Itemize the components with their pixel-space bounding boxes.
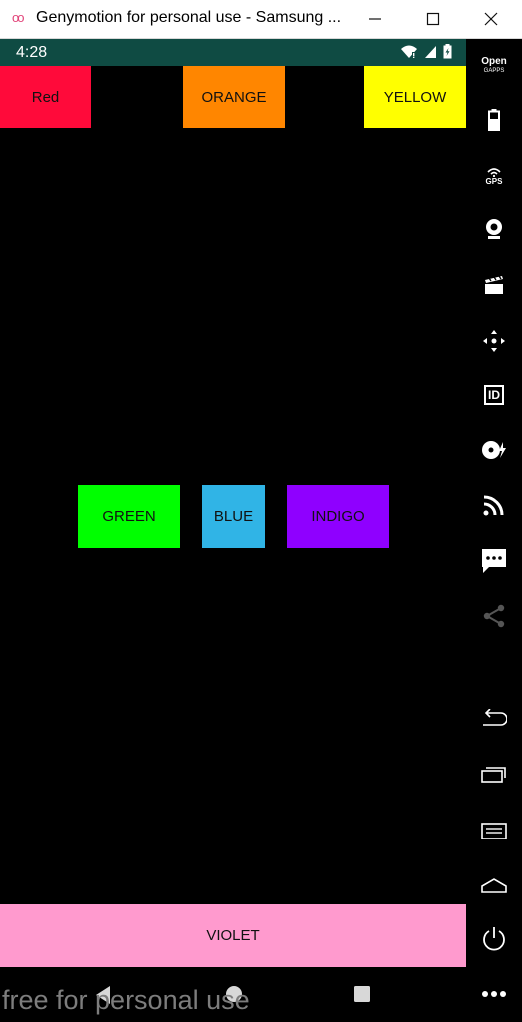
battery-button[interactable] [466, 100, 522, 140]
cast-button[interactable] [466, 485, 522, 525]
open-gapps-button[interactable]: Open GAPPS [466, 46, 522, 86]
minimize-icon [369, 18, 381, 20]
home-icon [481, 878, 507, 893]
yellow-button-label: YELLOW [383, 88, 447, 106]
menu-button[interactable] [466, 811, 522, 851]
share-icon [483, 604, 505, 628]
id-label: ID [488, 388, 500, 402]
sms-button[interactable] [466, 541, 522, 581]
menu-icon [481, 823, 507, 839]
red-button-label: Red [31, 88, 60, 106]
close-icon [484, 12, 498, 26]
genymotion-logo-icon: oo [12, 10, 24, 25]
recents-icon [481, 767, 506, 783]
genymotion-toolbar: Open GAPPS GPS ID [466, 39, 522, 1022]
back-button[interactable] [466, 698, 522, 738]
wifi-icon [401, 45, 417, 58]
recents-button[interactable] [466, 754, 522, 794]
indigo-button[interactable]: INDIGO [287, 485, 389, 548]
orange-button-label: ORANGE [201, 88, 267, 106]
close-button[interactable] [462, 0, 520, 38]
app-content: Red ORANGE YELLOW GREEN BLUE INDIGO VIOL… [0, 66, 466, 967]
id-icon: ID [484, 385, 504, 405]
gps-icon [487, 167, 501, 177]
battery-icon [488, 109, 500, 131]
window-title: Genymotion for personal use - Samsung ..… [36, 9, 342, 26]
minimize-button[interactable] [346, 0, 404, 38]
share-button[interactable] [466, 596, 522, 636]
recents-icon[interactable] [354, 986, 370, 1002]
more-icon [482, 991, 506, 997]
webcam-icon [486, 219, 502, 239]
status-time: 4:28 [16, 44, 48, 61]
media-icon [485, 275, 503, 294]
more-button[interactable] [466, 974, 522, 1014]
yellow-button[interactable]: YELLOW [364, 66, 466, 128]
title-bar: oo Genymotion for personal use - Samsung… [0, 0, 522, 39]
blue-button-label: BLUE [213, 508, 254, 525]
gps-button[interactable]: GPS [466, 156, 522, 196]
signal-icon [425, 45, 436, 58]
green-button-label: GREEN [102, 508, 156, 525]
device-id-button[interactable]: ID [466, 375, 522, 415]
webcam-button[interactable] [466, 209, 522, 249]
open-gapps-line2: GAPPS [483, 68, 505, 74]
orange-button[interactable]: ORANGE [183, 66, 285, 128]
back-icon [483, 709, 507, 726]
green-button[interactable]: GREEN [78, 485, 180, 548]
violet-button-label: VIOLET [206, 927, 260, 944]
open-gapps-line1: Open [481, 56, 507, 67]
cast-icon [483, 495, 504, 516]
disk-io-icon [482, 441, 506, 459]
sms-icon [482, 549, 506, 573]
media-button[interactable] [466, 265, 522, 305]
emulator-window: oo Genymotion for personal use - Samsung… [0, 0, 522, 1022]
gps-label: GPS [485, 176, 503, 186]
violet-button[interactable]: VIOLET [0, 904, 466, 967]
disk-io-button[interactable] [466, 430, 522, 470]
maximize-icon [426, 12, 440, 26]
android-status-bar: 4:28 [0, 39, 466, 66]
status-icons [400, 44, 452, 59]
power-icon [483, 927, 505, 951]
dpad-button[interactable] [466, 321, 522, 361]
power-button[interactable] [466, 919, 522, 959]
red-button[interactable]: Red [0, 66, 91, 128]
indigo-button-label: INDIGO [311, 508, 365, 525]
watermark-text: free for personal use [2, 985, 250, 1015]
blue-button[interactable]: BLUE [202, 485, 265, 548]
maximize-button[interactable] [404, 0, 462, 38]
dpad-icon [483, 330, 505, 352]
battery-icon [443, 44, 452, 59]
home-button[interactable] [466, 865, 522, 905]
